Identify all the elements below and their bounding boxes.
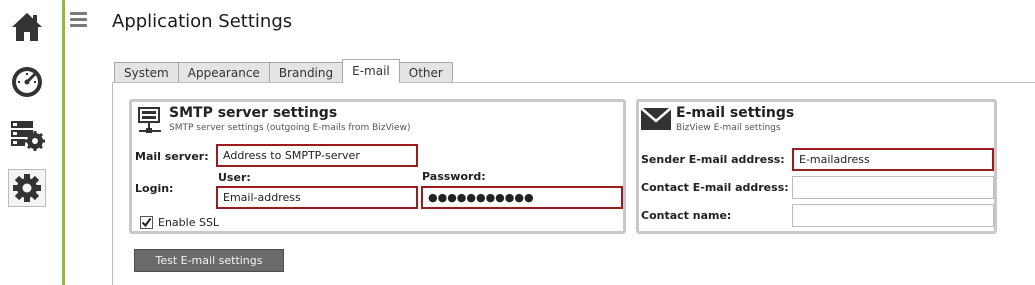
server-computer-icon bbox=[138, 107, 161, 133]
user-input[interactable]: Email-address bbox=[216, 186, 418, 209]
tab-branding[interactable]: Branding bbox=[268, 62, 344, 83]
contact-email-input[interactable] bbox=[792, 176, 994, 199]
tab-system[interactable]: System bbox=[114, 62, 179, 83]
sender-email-label: Sender E-mail address: bbox=[641, 153, 785, 166]
dashboard-nav-button[interactable] bbox=[8, 63, 46, 101]
test-email-settings-button[interactable]: Test E-mail settings bbox=[134, 249, 284, 272]
smtp-group-title: SMTP server settings bbox=[169, 105, 338, 121]
mail-server-input[interactable]: Address to SMPTP-server bbox=[216, 144, 418, 167]
server-settings-icon bbox=[11, 121, 45, 151]
tab-other[interactable]: Other bbox=[398, 62, 453, 83]
smtp-group-subtitle: SMTP server settings (outgoing E-mails f… bbox=[169, 123, 411, 133]
gear-icon bbox=[13, 174, 41, 202]
home-icon bbox=[12, 13, 42, 41]
enable-ssl-label: Enable SSL bbox=[158, 216, 220, 229]
home-nav-button[interactable] bbox=[8, 8, 46, 46]
sidebar-divider bbox=[62, 0, 65, 285]
hamburger-icon bbox=[70, 12, 87, 15]
envelope-icon bbox=[640, 107, 672, 130]
app-root: Application Settings System Appearance B… bbox=[0, 0, 1035, 285]
login-label: Login: bbox=[135, 182, 174, 195]
contact-name-input[interactable] bbox=[792, 204, 994, 227]
menu-toggle-button[interactable] bbox=[70, 12, 87, 28]
mail-server-label: Mail server: bbox=[135, 150, 209, 163]
settings-tabs: System Appearance Branding E-mail Other bbox=[114, 59, 453, 83]
email-group-title: E-mail settings bbox=[676, 105, 795, 121]
email-group-subtitle: BizView E-mail settings bbox=[676, 123, 781, 133]
password-input[interactable]: ●●●●●●●●●●● bbox=[421, 186, 623, 209]
page-title: Application Settings bbox=[112, 11, 293, 32]
email-settings-group: E-mail settings BizView E-mail settings … bbox=[636, 99, 997, 234]
enable-ssl-checkbox[interactable] bbox=[140, 216, 153, 229]
sidebar bbox=[0, 0, 62, 285]
user-label: User: bbox=[218, 171, 251, 184]
contact-email-label: Contact E-mail address: bbox=[641, 181, 789, 194]
tab-email[interactable]: E-mail bbox=[342, 59, 400, 83]
tab-appearance[interactable]: Appearance bbox=[177, 62, 270, 83]
smtp-settings-group: SMTP server settings SMTP server setting… bbox=[129, 99, 626, 234]
gauge-icon bbox=[12, 67, 42, 97]
sender-email-input[interactable]: E-mailadress bbox=[792, 148, 994, 171]
checkmark-icon bbox=[141, 217, 152, 228]
password-label: Password: bbox=[422, 170, 486, 183]
server-settings-nav-button[interactable] bbox=[8, 115, 46, 153]
enable-ssl-option[interactable]: Enable SSL bbox=[140, 216, 219, 229]
settings-nav-button[interactable] bbox=[8, 169, 46, 207]
contact-name-label: Contact name: bbox=[641, 209, 732, 222]
